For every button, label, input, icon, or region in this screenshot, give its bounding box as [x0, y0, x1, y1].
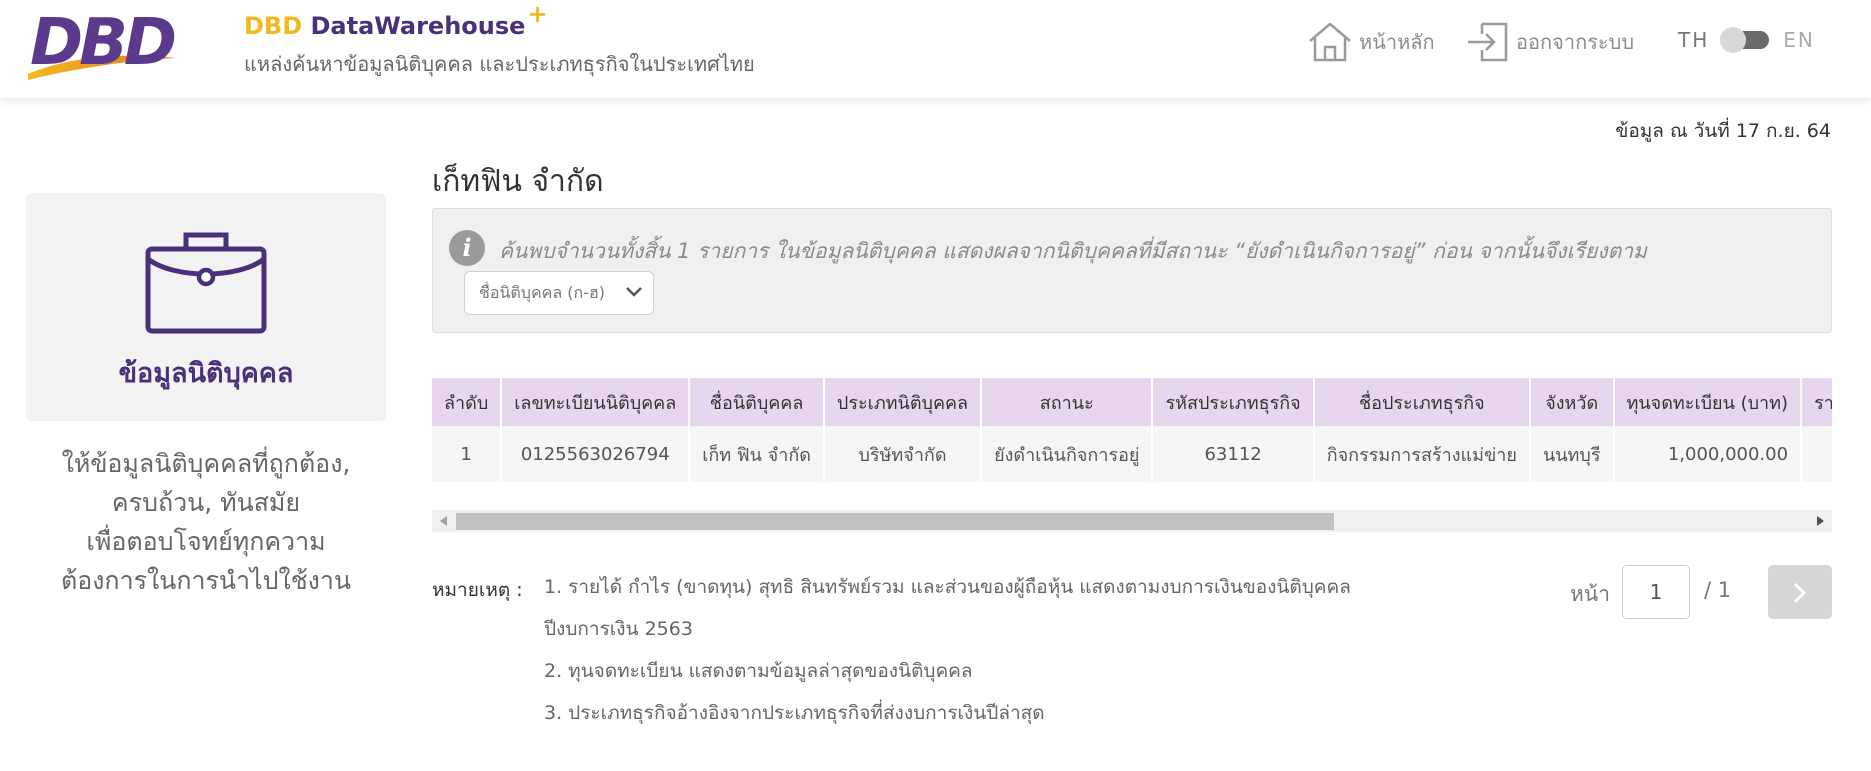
table-horizontal-scrollbar[interactable]	[432, 510, 1832, 532]
col-header[interactable]: สถานะ	[981, 378, 1154, 426]
sort-select[interactable]: ชื่อนิติบุคคล (ก-ฮ)	[464, 271, 654, 315]
cell-registration-no[interactable]: 0125563026794	[501, 426, 691, 482]
brand-name: DataWarehouse	[310, 12, 526, 40]
logo-text: DBD	[30, 8, 175, 80]
next-page-button[interactable]	[1768, 565, 1832, 619]
note-item: 2. ทุนจดทะเบียน แสดงตามข้อมูลล่าสุดของนิ…	[544, 660, 973, 682]
cell-registered-capital: 1,000,000.00	[1613, 426, 1803, 482]
cell-status: ยังดำเนินกิจการอยู่	[981, 426, 1154, 482]
language-toggle[interactable]	[1720, 27, 1770, 53]
left-desc-line: ให้ข้อมูลนิติบุคคลที่ถูกต้อง,	[61, 449, 351, 478]
cell-province: นนทบุรี	[1529, 426, 1615, 482]
col-header[interactable]: ทุนจดทะเบียน (บาท)	[1613, 378, 1803, 426]
scroll-right-arrow-icon[interactable]	[1817, 516, 1824, 526]
left-info-card[interactable]: ข้อมูลนิติบุคคล	[26, 193, 386, 421]
page-number-input[interactable]	[1622, 565, 1690, 619]
brand-prefix: DBD	[244, 12, 303, 40]
cell-company-name[interactable]: เก็ท ฟิน จำกัด	[689, 426, 825, 482]
cell-company-type: บริษัทจำกัด	[823, 426, 983, 482]
nav-home-label: หน้าหลัก	[1359, 30, 1435, 54]
cell-index: 1	[432, 426, 503, 482]
data-as-of-date: ข้อมูล ณ วันที่ 17 ก.ย. 64	[1615, 120, 1831, 142]
lang-en-label[interactable]: EN	[1783, 28, 1815, 52]
nav-logout-link[interactable]: ออกจากระบบ	[1466, 18, 1634, 66]
company-title: เก็ทฟิน จำกัด	[432, 164, 604, 199]
brand-subtitle: แหล่งค้นหาข้อมูลนิติบุคคล และประเภทธุรกิ…	[244, 52, 755, 76]
lang-th-label[interactable]: TH	[1678, 28, 1709, 52]
cell-business-code: 63112	[1152, 426, 1315, 482]
page-total: / 1	[1704, 578, 1732, 602]
col-header[interactable]: รหัสประเภทธุรกิจ	[1152, 378, 1315, 426]
sort-selected-value: ชื่อนิติบุคคล (ก-ฮ)	[479, 283, 605, 302]
chevron-right-icon	[1793, 582, 1807, 604]
note-item: ปีงบการเงิน 2563	[544, 618, 693, 640]
home-icon	[1309, 22, 1351, 62]
left-desc-line: ครบถ้วน, ทันสมัย	[111, 488, 301, 517]
toggle-knob	[1720, 27, 1747, 53]
left-desc-line: ต้องการในการนำไปใช้งาน	[60, 566, 352, 595]
page-label: หน้า	[1570, 582, 1610, 606]
col-header[interactable]: ประเภทนิติบุคคล	[823, 378, 983, 426]
nav-home-link[interactable]: หน้าหลัก	[1307, 18, 1435, 66]
dbd-logo[interactable]: DBD	[26, 8, 201, 82]
note-item: 1. รายได้ กำไร (ขาดทุน) สุทธิ สินทรัพย์ร…	[544, 576, 1351, 598]
note-item: 3. ประเภทธุรกิจอ้างอิงจากประเภทธุรกิจที่…	[544, 702, 1045, 724]
results-table: ลำดับ เลขทะเบียนนิติบุคคล ชื่อนิติบุคคล …	[432, 378, 1832, 482]
col-header[interactable]: จังหวัด	[1529, 378, 1615, 426]
col-header[interactable]: รายได้รวม (บาท)	[1801, 378, 1832, 426]
briefcase-icon	[145, 232, 267, 334]
notes-list: 1. รายได้ กำไร (ขาดทุน) สุทธิ สินทรัพย์ร…	[544, 575, 1351, 743]
col-header[interactable]: เลขทะเบียนนิติบุคคล	[501, 378, 691, 426]
top-header: DBD DBD DataWarehouse+ แหล่งค้นหาข้อมูลน…	[0, 0, 1871, 98]
col-header[interactable]: ชื่อนิติบุคคล	[689, 378, 825, 426]
brand-title: DBD DataWarehouse+	[244, 0, 755, 40]
brand-block: DBD DataWarehouse+ แหล่งค้นหาข้อมูลนิติบ…	[244, 0, 755, 80]
nav-logout-label: ออกจากระบบ	[1516, 30, 1635, 54]
cell-business-name: กิจกรรมการสร้างแม่ข่าย	[1313, 426, 1531, 482]
left-description: ให้ข้อมูลนิติบุคคลที่ถูกต้อง, ครบถ้วน, ท…	[26, 444, 386, 600]
scroll-left-arrow-icon[interactable]	[440, 516, 447, 526]
left-desc-line: เพื่อตอบโจทย์ทุกความ	[86, 527, 326, 556]
results-table-container: ลำดับ เลขทะเบียนนิติบุคคล ชื่อนิติบุคคล …	[432, 378, 1832, 482]
search-info-text: ค้นพบจำนวนทั้งสิ้น 1 รายการ ในข้อมูลนิติ…	[499, 239, 1647, 263]
search-info-box: i ค้นพบจำนวนทั้งสิ้น 1 รายการ ในข้อมูลนิ…	[432, 208, 1832, 333]
table-header-row: ลำดับ เลขทะเบียนนิติบุคคล ชื่อนิติบุคคล …	[432, 378, 1832, 426]
chevron-down-icon	[626, 287, 642, 297]
col-header[interactable]: ลำดับ	[432, 378, 503, 426]
cell-revenue	[1801, 426, 1832, 482]
notes-label: หมายเหตุ :	[432, 579, 523, 601]
left-card-title: ข้อมูลนิติบุคคล	[118, 358, 294, 389]
info-icon: i	[449, 230, 485, 266]
table-row[interactable]: 1 0125563026794 เก็ท ฟิน จำกัด บริษัทจำก…	[432, 426, 1832, 482]
logout-icon	[1468, 22, 1508, 62]
col-header[interactable]: ชื่อประเภทธุรกิจ	[1313, 378, 1531, 426]
language-switch[interactable]: TH EN	[1678, 27, 1815, 53]
brand-plus: +	[527, 0, 548, 28]
scrollbar-thumb[interactable]	[456, 513, 1334, 530]
